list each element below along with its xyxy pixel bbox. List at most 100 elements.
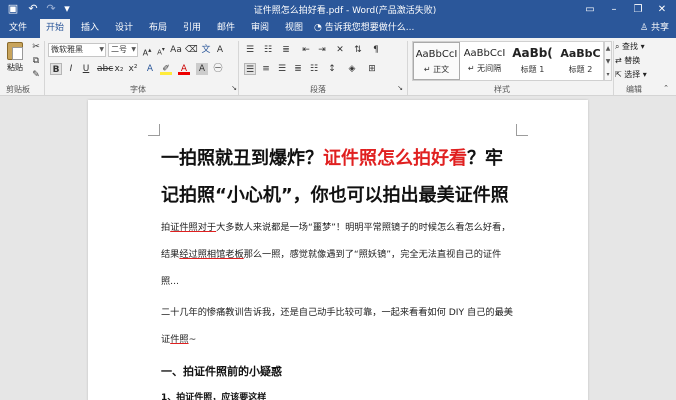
tab-layout[interactable]: 布局 xyxy=(144,19,172,38)
scroll-up-icon[interactable]: ▲ xyxy=(605,42,611,55)
paragraph-1: 拍证件照对于大多数人来说都是一场“噩梦”！明明平常照镜子的时候怎么看怎么好看，结… xyxy=(161,222,511,287)
minimize-icon[interactable]: – xyxy=(602,0,626,19)
enclose-character-icon[interactable]: ㊀ xyxy=(212,63,224,75)
ribbon-options-icon[interactable]: ▭ xyxy=(578,0,602,19)
distributed-icon[interactable]: ☷ xyxy=(308,63,320,75)
phonetic-guide-icon[interactable]: 文 xyxy=(200,44,212,56)
copy-icon[interactable]: ⧉ xyxy=(30,55,42,67)
text-effects-icon[interactable]: A xyxy=(144,63,156,75)
tab-file[interactable]: 文件 xyxy=(4,19,32,38)
clipboard-group-label: 剪贴板 xyxy=(6,85,30,94)
grow-font-icon[interactable]: A▴ xyxy=(141,44,153,58)
superscript-icon[interactable]: x² xyxy=(127,63,139,75)
select-icon: ⇱ xyxy=(615,70,625,79)
line-spacing-icon[interactable]: ↕ xyxy=(326,63,338,75)
chevron-down-icon: ▼ xyxy=(99,46,104,53)
numbering-icon[interactable]: ☷ xyxy=(262,44,274,56)
italic-button[interactable]: I xyxy=(65,63,77,75)
clipboard-icon xyxy=(7,42,23,60)
shrink-font-icon[interactable]: A▾ xyxy=(155,44,167,56)
tab-insert[interactable]: 插入 xyxy=(76,19,104,38)
borders-icon[interactable]: ⊞ xyxy=(366,63,378,75)
chinese-layout-icon[interactable]: ✕ xyxy=(334,44,346,56)
clear-format-icon[interactable]: ⌫ xyxy=(185,44,198,56)
section-heading: 一、拍证件照前的小疑惑 xyxy=(161,365,282,378)
shading-icon[interactable]: ◈ xyxy=(346,63,358,75)
tab-references[interactable]: 引用 xyxy=(178,19,206,38)
paragraph-dialog-launcher-icon[interactable]: ↘ xyxy=(394,82,406,94)
ribbon-home: 粘贴 ✂ ⧉ ✎ 剪贴板 微软雅黑 ▼ 二号 ▼ A▴ A▾ Aa ⌫ 文 A B … xyxy=(0,38,676,96)
find-button[interactable]: ⌕ 查找 ▾ xyxy=(615,41,645,53)
tab-home[interactable]: 开始 xyxy=(40,19,70,38)
restore-icon[interactable]: ❐ xyxy=(626,0,650,19)
title-bar: ▣ ↶ ↷ ▾ 证件照怎么拍好看.pdf - Word(产品激活失败) ▭ – … xyxy=(0,0,676,19)
replace-icon: ⇄ xyxy=(615,56,625,65)
document-heading: 一拍照就丑到爆炸？证件照怎么拍好看？牢记拍照“小心机”，你也可以拍出最美证件照 xyxy=(161,148,509,206)
underline-button[interactable]: U xyxy=(80,63,92,75)
paragraph-group-label: 段落 xyxy=(310,85,326,94)
font-group-label: 字体 xyxy=(130,85,146,94)
chevron-down-icon: ▼ xyxy=(131,46,136,53)
person-icon: ♙ xyxy=(640,23,651,33)
align-right-icon[interactable]: ☰ xyxy=(276,63,288,75)
share-button[interactable]: ♙ 共享 xyxy=(640,19,669,38)
style-heading-2[interactable]: AaBbC 标题 2 xyxy=(557,42,604,80)
tell-me-search[interactable]: ◔ 告诉我您想要做什么... xyxy=(314,19,414,38)
margin-mark xyxy=(148,124,160,136)
customize-icon[interactable]: ▾ xyxy=(60,2,74,16)
divider xyxy=(407,41,408,95)
increase-indent-icon[interactable]: ⇥ xyxy=(316,44,328,56)
subsection-heading: 1、拍证件照，应该要这样 xyxy=(161,393,267,400)
decrease-indent-icon[interactable]: ⇤ xyxy=(300,44,312,56)
document-content[interactable]: 一拍照就丑到爆炸？证件照怎么拍好看？牢记拍照“小心机”，你也可以拍出最美证件照 … xyxy=(161,140,519,400)
editing-group-label: 编辑 xyxy=(626,85,642,94)
format-painter-icon[interactable]: ✎ xyxy=(30,69,42,81)
character-border-icon[interactable]: A xyxy=(214,44,226,56)
search-icon: ⌕ xyxy=(615,42,623,51)
align-left-icon[interactable]: ☰ xyxy=(244,63,256,75)
align-center-icon[interactable]: ≡ xyxy=(260,63,272,75)
strikethrough-icon[interactable]: abc xyxy=(97,63,113,75)
document-area: 一拍照就丑到爆炸？证件照怎么拍好看？牢记拍照“小心机”，你也可以拍出最美证件照 … xyxy=(0,97,676,400)
highlight-icon[interactable]: ✐ xyxy=(160,63,172,75)
redo-icon[interactable]: ↷ xyxy=(44,2,58,16)
justify-icon[interactable]: ≣ xyxy=(292,63,304,75)
character-shading-icon[interactable]: A xyxy=(196,63,208,75)
ribbon-tabs: 文件 开始 插入 设计 布局 引用 邮件 审阅 视图 ◔ 告诉我您想要做什么..… xyxy=(0,19,676,38)
paste-button[interactable]: 粘贴 xyxy=(4,40,26,82)
select-button[interactable]: ⇱ 选择 ▾ xyxy=(615,69,647,81)
change-case-icon[interactable]: Aa xyxy=(170,44,182,56)
bullets-icon[interactable]: ☰ xyxy=(244,44,256,56)
tab-design[interactable]: 设计 xyxy=(110,19,138,38)
save-icon[interactable]: ▣ xyxy=(6,2,20,16)
lightbulb-icon: ◔ xyxy=(314,23,325,33)
styles-scroll[interactable]: ▲ ▼ ▾ xyxy=(604,41,612,81)
replace-button[interactable]: ⇄ 替换 xyxy=(615,55,640,67)
show-marks-icon[interactable]: ¶ xyxy=(370,44,382,56)
document-title: 证件照怎么拍好看.pdf - Word(产品激活失败) xyxy=(253,6,437,16)
paragraph-2: 二十几年的惨痛教训告诉我，还是自己动手比较可靠，一起来看看如何 DIY 自己的最… xyxy=(161,307,513,345)
font-size-select[interactable]: 二号 ▼ xyxy=(108,43,138,57)
close-icon[interactable]: ✕ xyxy=(650,0,674,19)
font-color-icon[interactable]: A xyxy=(178,63,190,75)
multilevel-list-icon[interactable]: ≣ xyxy=(280,44,292,56)
sort-icon[interactable]: ⇅ xyxy=(352,44,364,56)
subscript-icon[interactable]: x₂ xyxy=(113,63,125,75)
style-no-spacing[interactable]: AaBbCcI ↵ 无间隔 xyxy=(461,42,508,80)
document-page[interactable]: 一拍照就丑到爆炸？证件照怎么拍好看？牢记拍照“小心机”，你也可以拍出最美证件照 … xyxy=(88,100,588,400)
divider xyxy=(613,41,614,95)
font-name-select[interactable]: 微软雅黑 ▼ xyxy=(48,43,106,57)
collapse-ribbon-icon[interactable]: ⌃ xyxy=(660,82,672,94)
tab-review[interactable]: 审阅 xyxy=(246,19,274,38)
more-styles-icon[interactable]: ▾ xyxy=(605,68,611,81)
divider xyxy=(44,41,45,95)
undo-icon[interactable]: ↶ xyxy=(26,2,40,16)
scroll-down-icon[interactable]: ▼ xyxy=(605,55,611,68)
tab-mailings[interactable]: 邮件 xyxy=(212,19,240,38)
style-heading-1[interactable]: AaBb( 标题 1 xyxy=(509,42,556,80)
tab-view[interactable]: 视图 xyxy=(280,19,308,38)
bold-button[interactable]: B xyxy=(50,63,62,75)
cut-icon[interactable]: ✂ xyxy=(30,41,42,53)
styles-gallery: AaBbCcI ↵ 正文 AaBbCcI ↵ 无间隔 AaBb( 标题 1 Aa… xyxy=(412,41,604,81)
style-normal[interactable]: AaBbCcI ↵ 正文 xyxy=(413,42,460,80)
